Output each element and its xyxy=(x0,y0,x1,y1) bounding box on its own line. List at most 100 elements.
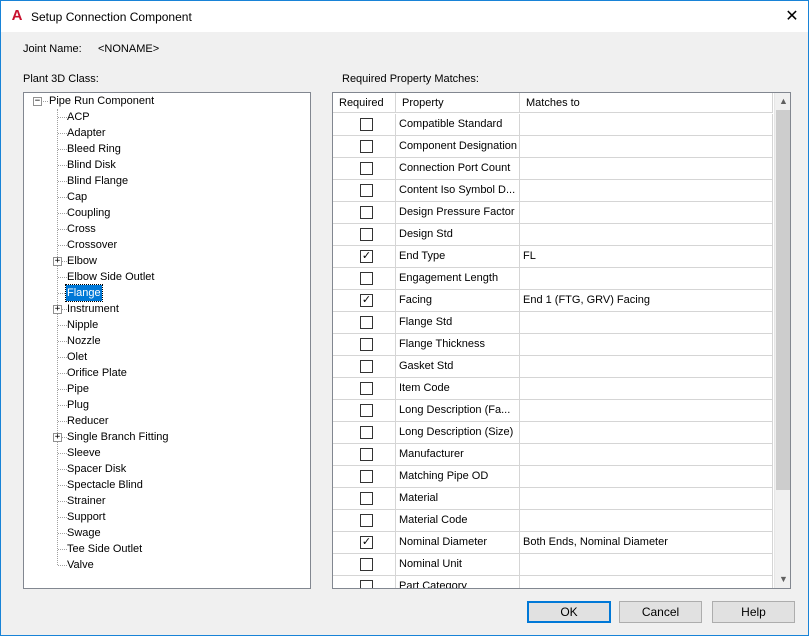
matches-cell[interactable] xyxy=(520,466,773,487)
matches-cell[interactable] xyxy=(520,378,773,399)
required-checkbox[interactable] xyxy=(360,140,373,153)
table-row[interactable]: Gasket Std xyxy=(333,356,773,378)
tree-item[interactable]: Swage xyxy=(66,525,102,541)
cancel-button[interactable]: Cancel xyxy=(619,601,702,623)
required-checkbox[interactable] xyxy=(360,558,373,571)
required-checkbox[interactable] xyxy=(360,470,373,483)
required-checkbox[interactable] xyxy=(360,580,373,588)
matches-cell[interactable] xyxy=(520,158,773,179)
tree-item[interactable]: Plug xyxy=(66,397,90,413)
required-checkbox[interactable] xyxy=(360,272,373,285)
ok-button[interactable]: OK xyxy=(527,601,611,623)
close-icon[interactable]: ✕ xyxy=(776,1,808,32)
required-checkbox[interactable] xyxy=(360,382,373,395)
table-row[interactable]: Nominal Unit xyxy=(333,554,773,576)
tree-item[interactable]: Tee Side Outlet xyxy=(66,541,143,557)
required-checkbox[interactable] xyxy=(360,184,373,197)
matches-cell[interactable] xyxy=(520,356,773,377)
expand-icon[interactable]: + xyxy=(53,305,62,314)
table-row[interactable]: Content Iso Symbol D... xyxy=(333,180,773,202)
table-row[interactable]: ✓ Facing End 1 (FTG, GRV) Facing xyxy=(333,290,773,312)
scroll-up-icon[interactable]: ▲ xyxy=(775,93,790,110)
required-checkbox[interactable] xyxy=(360,228,373,241)
vertical-scrollbar[interactable]: ▲ ▼ xyxy=(774,93,790,588)
matches-cell[interactable] xyxy=(520,180,773,201)
matches-cell[interactable]: End 1 (FTG, GRV) Facing xyxy=(520,290,773,311)
matches-cell[interactable] xyxy=(520,444,773,465)
column-header-matches[interactable]: Matches to xyxy=(520,93,773,113)
tree-item[interactable]: Spacer Disk xyxy=(66,461,127,477)
table-row[interactable]: Long Description (Size) xyxy=(333,422,773,444)
table-row[interactable]: Connection Port Count xyxy=(333,158,773,180)
required-checkbox[interactable] xyxy=(360,492,373,505)
collapse-icon[interactable]: − xyxy=(33,97,42,106)
matches-cell[interactable] xyxy=(520,510,773,531)
table-row[interactable]: Long Description (Fa... xyxy=(333,400,773,422)
required-checkbox[interactable] xyxy=(360,404,373,417)
table-row[interactable]: Design Std xyxy=(333,224,773,246)
matches-cell[interactable] xyxy=(520,136,773,157)
required-checkbox[interactable] xyxy=(360,338,373,351)
required-checkbox[interactable] xyxy=(360,426,373,439)
tree-item[interactable]: Support xyxy=(66,509,107,525)
matches-cell[interactable] xyxy=(520,268,773,289)
required-checkbox[interactable] xyxy=(360,448,373,461)
property-matches-grid[interactable]: Required Property Matches to Compatible … xyxy=(332,92,791,589)
table-row[interactable]: Item Code xyxy=(333,378,773,400)
table-row[interactable]: Engagement Length xyxy=(333,268,773,290)
tree-item[interactable]: Coupling xyxy=(66,205,111,221)
table-row[interactable]: Matching Pipe OD xyxy=(333,466,773,488)
tree-item-root[interactable]: Pipe Run Component xyxy=(48,93,155,109)
tree-item[interactable]: Elbow xyxy=(66,253,98,269)
table-row[interactable]: Design Pressure Factor xyxy=(333,202,773,224)
tree-item[interactable]: Nipple xyxy=(66,317,99,333)
required-checkbox[interactable] xyxy=(360,206,373,219)
required-checkbox[interactable]: ✓ xyxy=(360,250,373,263)
column-header-property[interactable]: Property xyxy=(396,93,520,113)
matches-cell[interactable] xyxy=(520,400,773,421)
tree-item[interactable]: ACP xyxy=(66,109,91,125)
tree-item[interactable]: Adapter xyxy=(66,125,107,141)
table-row[interactable]: Manufacturer xyxy=(333,444,773,466)
table-row[interactable]: Component Designation xyxy=(333,136,773,158)
table-row[interactable]: Flange Thickness xyxy=(333,334,773,356)
matches-cell[interactable] xyxy=(520,554,773,575)
tree-item[interactable]: Crossover xyxy=(66,237,118,253)
tree-item[interactable]: Olet xyxy=(66,349,88,365)
tree-item[interactable]: Sleeve xyxy=(66,445,102,461)
matches-cell[interactable] xyxy=(520,312,773,333)
tree-item[interactable]: Blind Flange xyxy=(66,173,129,189)
expand-icon[interactable]: + xyxy=(53,433,62,442)
tree-item[interactable]: Orifice Plate xyxy=(66,365,128,381)
table-row[interactable]: Material Code xyxy=(333,510,773,532)
column-header-required[interactable]: Required xyxy=(333,93,396,113)
tree-item[interactable]: Cross xyxy=(66,221,97,237)
table-row[interactable]: Part Category xyxy=(333,576,773,588)
tree-item[interactable]: Instrument xyxy=(66,301,120,317)
table-row[interactable]: ✓ End Type FL xyxy=(333,246,773,268)
tree-item[interactable]: Bleed Ring xyxy=(66,141,122,157)
tree-item[interactable]: Elbow Side Outlet xyxy=(66,269,155,285)
tree-item[interactable]: Valve xyxy=(66,557,95,573)
tree-item[interactable]: Reducer xyxy=(66,413,110,429)
tree-item[interactable]: Pipe xyxy=(66,381,90,397)
matches-cell[interactable]: Both Ends, Nominal Diameter xyxy=(520,532,773,553)
tree-item[interactable]: Nozzle xyxy=(66,333,102,349)
required-checkbox[interactable] xyxy=(360,360,373,373)
matches-cell[interactable] xyxy=(520,334,773,355)
tree-item[interactable]: Single Branch Fitting xyxy=(66,429,170,445)
matches-cell[interactable] xyxy=(520,422,773,443)
required-checkbox[interactable] xyxy=(360,118,373,131)
tree-item[interactable]: Spectacle Blind xyxy=(66,477,144,493)
expand-icon[interactable]: + xyxy=(53,257,62,266)
tree-item[interactable]: Flange xyxy=(65,284,103,302)
required-checkbox[interactable] xyxy=(360,162,373,175)
scroll-down-icon[interactable]: ▼ xyxy=(775,571,790,588)
required-checkbox[interactable] xyxy=(360,514,373,527)
matches-cell[interactable] xyxy=(520,576,773,588)
scroll-thumb[interactable] xyxy=(776,110,790,490)
matches-cell[interactable]: FL xyxy=(520,246,773,267)
tree-item[interactable]: Cap xyxy=(66,189,88,205)
required-checkbox[interactable]: ✓ xyxy=(360,536,373,549)
table-row[interactable]: ✓ Nominal Diameter Both Ends, Nominal Diam… xyxy=(333,532,773,554)
